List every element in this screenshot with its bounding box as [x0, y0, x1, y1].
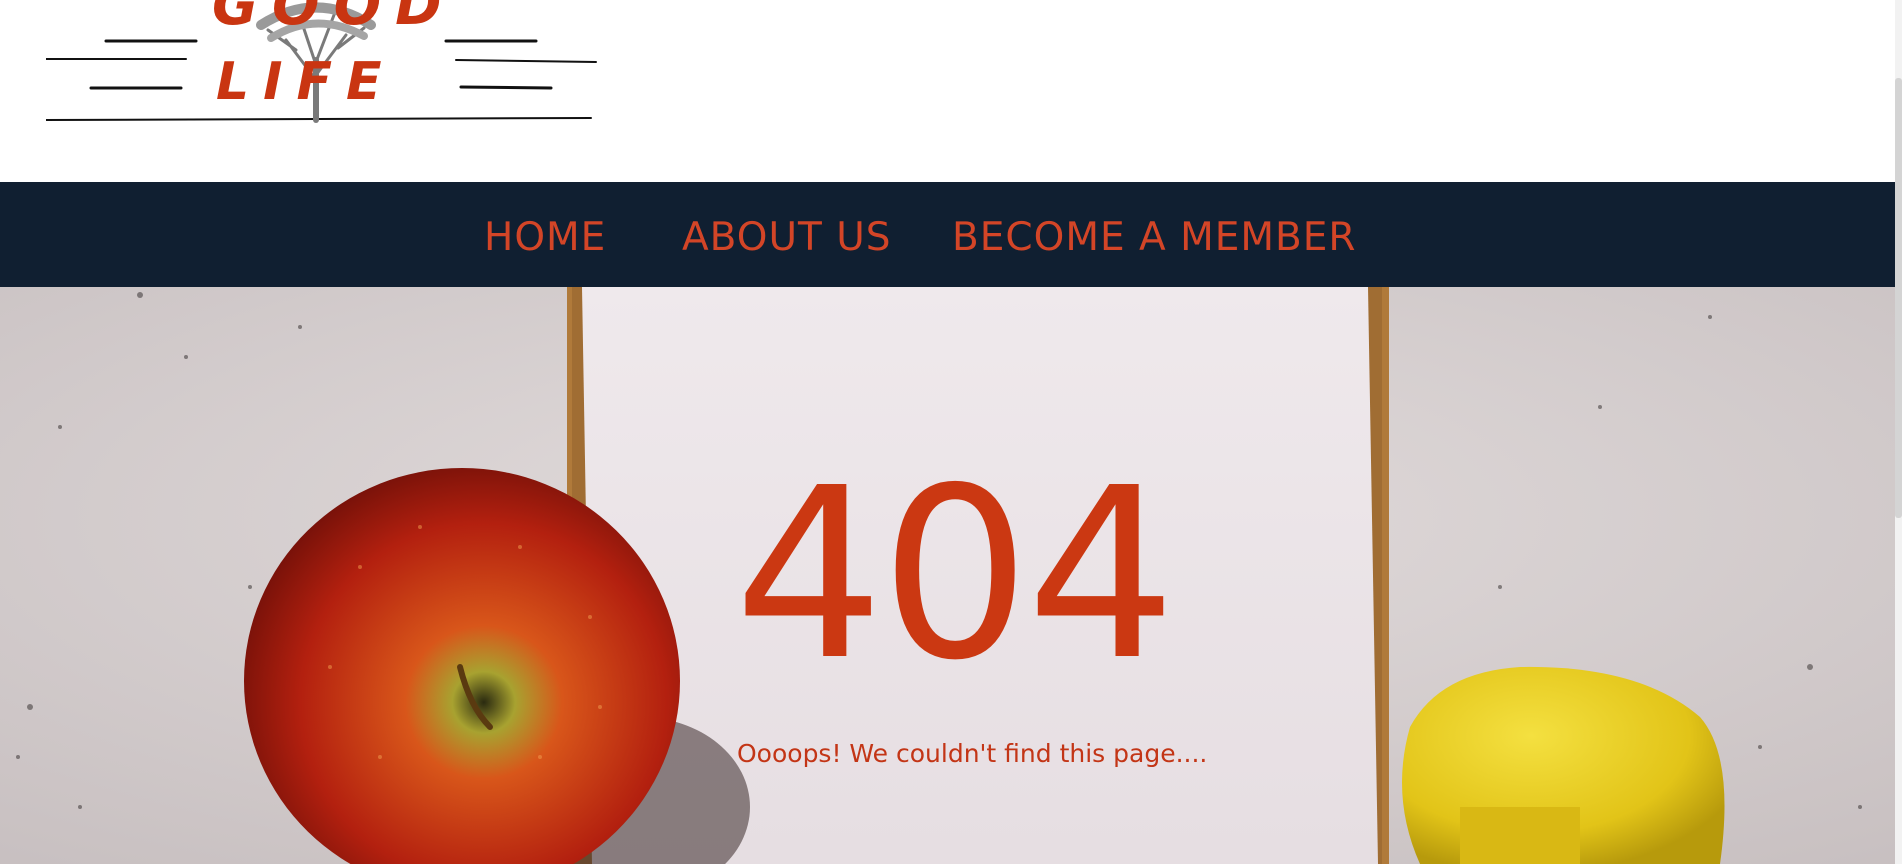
- site-logo[interactable]: GOOD LIFE: [46, 0, 602, 126]
- logo-text-good: GOOD: [212, 0, 456, 38]
- nav-link-become-member[interactable]: BECOME A MEMBER: [952, 215, 1357, 262]
- logo-text-life: LIFE: [216, 52, 396, 112]
- page-scrollbar[interactable]: [1895, 0, 1902, 864]
- hero-section: 404 Oooops! We couldn't find this page..…: [0, 287, 1895, 864]
- nav-link-home[interactable]: HOME: [484, 215, 606, 262]
- nav-link-about-us[interactable]: ABOUT US: [682, 215, 892, 262]
- site-header: GOOD LIFE: [0, 0, 1895, 182]
- main-navigation: HOME ABOUT US BECOME A MEMBER: [0, 182, 1895, 287]
- error-code-404: 404: [734, 437, 1176, 712]
- scrollbar-thumb[interactable]: [1895, 78, 1902, 518]
- error-message: Oooops! We couldn't find this page....: [737, 739, 1208, 768]
